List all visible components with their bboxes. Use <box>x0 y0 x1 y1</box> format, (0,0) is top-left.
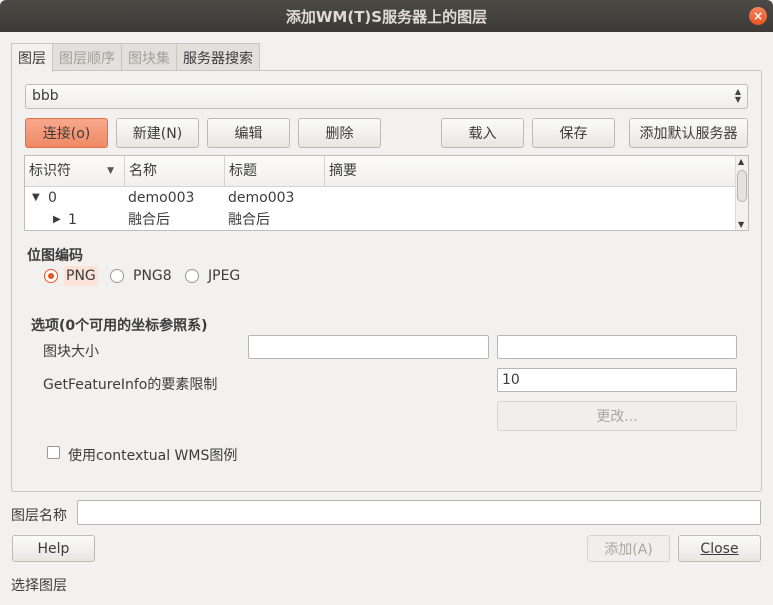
row-name: demo003 <box>128 190 195 206</box>
server-select[interactable]: bbb ▲ ▼ <box>25 84 748 109</box>
close-button[interactable]: Close <box>678 535 761 562</box>
row-id: 1 <box>68 212 77 228</box>
row-title: 融合后 <box>228 212 270 228</box>
layer-tree-header: 标识符 ▼ 名称 标题 摘要 <box>25 156 736 187</box>
status-text: 选择图层 <box>11 578 67 594</box>
feature-limit-label: GetFeatureInfo的要素限制 <box>43 377 218 393</box>
column-header-title[interactable]: 标题 <box>225 156 325 187</box>
layer-name-label: 图层名称 <box>11 508 67 524</box>
server-select-value: bbb <box>32 88 59 104</box>
connect-button[interactable]: 连接(o) <box>25 118 108 148</box>
tab-layers[interactable]: 图层 <box>11 43 53 72</box>
radio-jpeg[interactable] <box>185 269 199 283</box>
tab-bar: 图层 图层顺序 图块集 服务器搜索 <box>11 43 260 72</box>
table-row[interactable]: ▼ 0 demo003 demo003 <box>25 187 736 209</box>
spin-arrows-icon: ▲ ▼ <box>734 87 741 104</box>
row-id: 0 <box>48 190 57 206</box>
tab-layer-order: 图层顺序 <box>52 43 122 71</box>
expanded-arrow-icon[interactable]: ▼ <box>32 187 40 209</box>
new-button[interactable]: 新建(N) <box>116 118 199 148</box>
edit-button[interactable]: 编辑 <box>207 118 290 148</box>
column-header-id[interactable]: 标识符 ▼ <box>25 156 125 187</box>
window-title: 添加WM(T)S服务器上的图层 <box>285 7 488 26</box>
encoding-heading: 位图编码 <box>27 248 83 264</box>
tab-tilesets: 图块集 <box>121 43 177 71</box>
radio-png-label[interactable]: PNG <box>64 266 98 286</box>
tile-width-input[interactable] <box>248 335 489 359</box>
feature-limit-input[interactable]: 10 <box>497 368 737 392</box>
options-heading: 选项(0个可用的坐标参照系) <box>31 318 208 334</box>
collapsed-arrow-icon[interactable]: ▶ <box>53 209 61 230</box>
tile-size-label: 图块大小 <box>43 344 99 360</box>
change-crs-button: 更改... <box>497 401 737 431</box>
add-default-servers-button[interactable]: 添加默认服务器 <box>629 118 748 148</box>
scroll-down-icon[interactable]: ▼ <box>738 220 744 229</box>
sort-down-icon: ▼ <box>107 166 114 176</box>
contextual-legend-label[interactable]: 使用contextual WMS图例 <box>68 445 237 465</box>
tile-height-input[interactable] <box>497 335 737 359</box>
save-button[interactable]: 保存 <box>532 118 615 148</box>
layer-tree-scrollbar[interactable]: ▲ ▼ <box>735 156 748 230</box>
contextual-legend-checkbox[interactable] <box>47 446 60 459</box>
radio-png8[interactable] <box>110 269 124 283</box>
tab-server-search[interactable]: 服务器搜索 <box>176 43 260 71</box>
window-close-icon[interactable]: × <box>749 7 767 25</box>
add-button: 添加(A) <box>587 535 670 562</box>
column-header-name[interactable]: 名称 <box>125 156 225 187</box>
help-button[interactable]: Help <box>12 535 95 562</box>
row-title: demo003 <box>228 190 295 206</box>
radio-png8-label[interactable]: PNG8 <box>133 268 172 284</box>
scroll-up-icon[interactable]: ▲ <box>738 157 744 166</box>
window-titlebar: 添加WM(T)S服务器上的图层 × <box>0 0 773 32</box>
layer-tree[interactable]: 标识符 ▼ 名称 标题 摘要 ▼ 0 demo003 demo003 ▶ 1 融… <box>24 155 749 231</box>
radio-png[interactable] <box>44 269 58 283</box>
scrollbar-thumb[interactable] <box>737 170 747 202</box>
layer-name-input[interactable] <box>77 500 761 525</box>
load-button[interactable]: 载入 <box>441 118 524 148</box>
row-name: 融合后 <box>128 212 170 228</box>
radio-jpeg-label[interactable]: JPEG <box>208 268 240 284</box>
column-header-abstract[interactable]: 摘要 <box>325 156 736 187</box>
delete-button[interactable]: 删除 <box>298 118 381 148</box>
table-row[interactable]: ▶ 1 融合后 融合后 <box>25 209 736 230</box>
